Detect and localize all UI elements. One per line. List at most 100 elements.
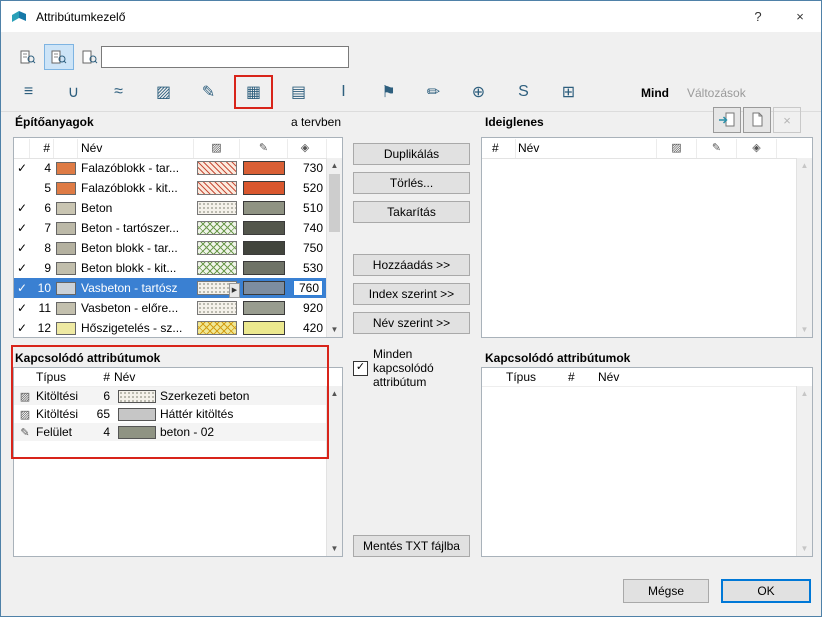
scroll-up-icon[interactable]: ▲ [327,386,342,401]
tab-changes: Változások [687,86,746,100]
tab-cities[interactable]: ⊕ [463,79,494,105]
operation-profiles-icon: S [518,83,529,100]
scroll-down-icon[interactable]: ▼ [327,541,342,556]
attribute-manager-dialog: Attribútumkezelő ? × ≡ ∪ ≈ ▨ ✎ ▦ ▤ I ⚑ ✏ ⊕ S ⊞ Mind … [0,0,822,617]
tab-layers[interactable]: ≡ [13,79,44,105]
material-index: 10 [37,281,51,295]
tab-mep-systems[interactable]: ⊞ [553,79,584,105]
row-checkmark[interactable]: ✓ [14,221,30,235]
material-row[interactable]: 5 Falazóblokk - kit... 520 [14,178,327,198]
cut-fill-swatch [194,321,240,336]
cut-fill-swatch [194,241,240,256]
linked-name: Szerkezeti beton [160,389,250,403]
material-row[interactable]: ✓ 11 Vasbeton - előre... 920 [14,298,327,318]
tab-pens[interactable]: ∪ [58,79,89,105]
material-row[interactable]: ✓ 7 Beton - tartószer... 740 [14,218,327,238]
new-page-button[interactable] [743,107,771,133]
linked-attribute-row[interactable]: ▨ Kitöltési 6 Szerkezeti beton [14,387,342,405]
view-by-index-button[interactable] [13,44,43,70]
row-checkmark[interactable]: ✓ [14,321,30,335]
fill-column-header: ▨ [194,138,240,158]
material-row[interactable]: ✓ 9 Beton blokk - kit... 530 [14,258,327,278]
purge-button[interactable]: Takarítás [353,201,470,223]
all-linked-checkbox[interactable]: ✓ [353,360,368,376]
cancel-button[interactable]: Mégse [623,579,709,603]
view-toolbar [13,44,105,70]
overwrite-by-index-button[interactable]: Index szerint >> [353,283,470,305]
index-column-header: # [103,370,110,384]
duplicate-button[interactable]: Duplikálás [353,143,470,165]
temporary-scrollbar: ▲ ▼ [796,158,812,337]
surface-color-swatch [240,241,288,256]
fill-column-header: ▨ [657,138,697,158]
surface-color-swatch [240,181,288,196]
row-checkmark[interactable]: ✓ [14,281,30,295]
surface-column-header: ✎ [697,138,737,158]
material-name: Falazóblokk - tar... [81,161,180,175]
delete-button[interactable]: Törlés... [353,172,470,194]
tab-line-types[interactable]: ≈ [103,79,134,105]
priority-value: 520 [302,181,323,195]
tab-bar: ≡ ∪ ≈ ▨ ✎ ▦ ▤ I ⚑ ✏ ⊕ S ⊞ [13,75,584,109]
material-name: Beton [81,201,113,215]
diamond-icon: ◈ [300,141,310,154]
linked-attribute-row[interactable]: ▨ Kitöltési 65 Háttér kitöltés [14,405,342,423]
surface-column-header: ✎ [240,138,288,158]
tab-all[interactable]: Mind [641,86,669,100]
tab-profiles[interactable]: I [328,79,359,105]
ok-button[interactable]: OK [721,579,811,603]
tab-composites[interactable]: ▤ [283,79,314,105]
delete-temp-button: × [773,107,801,133]
fill-dropdown-button[interactable]: ▶ [229,282,240,298]
priority-value: 740 [302,221,323,235]
view-by-name-button[interactable] [44,44,74,70]
material-color-swatch [54,181,78,196]
scroll-down-icon[interactable]: ▼ [327,322,342,337]
temporary-list: # Név ▨ ✎ ◈ ▲ ▼ [481,137,813,338]
save-txt-button[interactable]: Mentés TXT fájlba [353,535,470,557]
material-index: 12 [37,321,51,335]
tab-fill-types[interactable]: ▨ [148,79,179,105]
filter-input[interactable] [101,46,349,68]
cut-fill-swatch [194,201,240,216]
row-checkmark[interactable]: ✓ [14,161,30,175]
row-checkmark[interactable]: ✓ [14,241,30,255]
linked-name: Háttér kitöltés [160,407,234,421]
material-color-swatch [54,261,78,276]
priority-value-field[interactable]: 760 [293,280,323,296]
material-row[interactable]: ✓ 8 Beton blokk - tar... 750 [14,238,327,258]
import-button[interactable] [713,107,741,133]
surface-icon: ✎ [20,426,30,439]
material-row[interactable]: ✓ 6 Beton 510 [14,198,327,218]
cut-fill-swatch [194,161,240,176]
tab-markers[interactable]: ✏ [418,79,449,105]
tab-zones[interactable]: ⚑ [373,79,404,105]
materials-scrollbar[interactable]: ▲ ▼ [326,158,342,337]
row-checkmark[interactable]: ✓ [14,201,30,215]
linked-scrollbar[interactable]: ▲ ▼ [326,386,342,556]
pens-icon: ∪ [67,84,80,101]
material-row[interactable]: ✓ 4 Falazóblokk - tar... 730 [14,158,327,178]
material-row[interactable]: ✓ 12 Hőszigetelés - sz... 420 [14,318,327,337]
search-icon [82,50,98,64]
tab-building-materials[interactable]: ▦ [234,75,273,109]
help-button[interactable]: ? [737,1,779,32]
overwrite-by-name-button[interactable]: Név szerint >> [353,312,470,334]
row-checkmark[interactable]: ✓ [14,301,30,315]
append-button[interactable]: Hozzáadás >> [353,254,470,276]
close-button[interactable]: × [779,1,821,32]
linked-swatch [114,407,160,422]
scroll-up-icon[interactable]: ▲ [327,158,342,173]
tab-surfaces[interactable]: ✎ [193,79,224,105]
zones-icon: ⚑ [381,84,396,101]
material-row[interactable]: ✓ 10 Vasbeton - tartósz ▶ 760 [14,278,327,298]
surface-color-swatch [240,261,288,276]
priority-value: 510 [302,201,323,215]
row-checkmark[interactable]: ✓ [14,261,30,275]
index-column-header: # [30,138,54,158]
composites-icon: ▤ [290,84,307,101]
linked-columns-header: Típus # Név [14,368,342,387]
scrollbar-thumb[interactable] [329,174,340,232]
tab-operation-profiles[interactable]: S [508,79,539,105]
linked-attribute-row[interactable]: ✎ Felület 4 beton - 02 [14,423,342,441]
